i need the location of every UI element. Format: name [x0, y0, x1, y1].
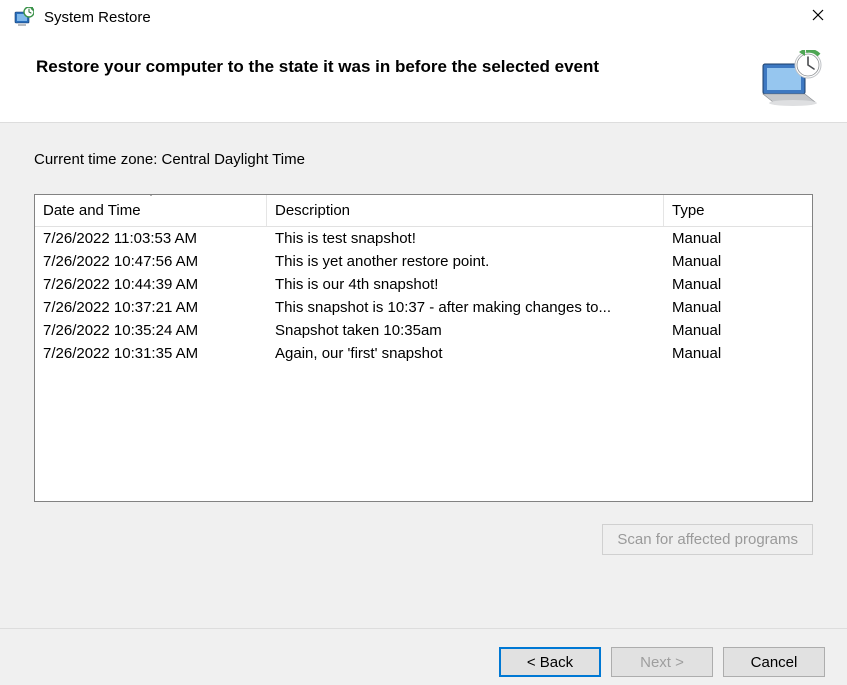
table-row[interactable]: 7/26/2022 10:31:35 AMAgain, our 'first' … [35, 342, 812, 365]
column-header-description-label: Description [275, 202, 350, 219]
back-button[interactable]: < Back [499, 647, 601, 677]
timezone-label: Current time zone: Central Daylight Time [34, 151, 813, 168]
system-restore-icon [14, 7, 34, 27]
table-header-row: Date and Time Description Type [35, 195, 812, 227]
cell-datetime: 7/26/2022 11:03:53 AM [35, 227, 267, 250]
table-row[interactable]: 7/26/2022 10:44:39 AMThis is our 4th sna… [35, 273, 812, 296]
column-header-datetime-label: Date and Time [43, 202, 141, 219]
cell-datetime: 7/26/2022 10:44:39 AM [35, 273, 267, 296]
window-title: System Restore [44, 9, 787, 26]
table-row[interactable]: 7/26/2022 10:37:21 AMThis snapshot is 10… [35, 296, 812, 319]
close-icon [812, 8, 824, 26]
scan-button-row: Scan for affected programs [34, 524, 813, 555]
cell-type: Manual [664, 273, 812, 296]
column-header-type-label: Type [672, 202, 705, 219]
cell-type: Manual [664, 319, 812, 342]
cell-description: Again, our 'first' snapshot [267, 342, 664, 365]
cell-datetime: 7/26/2022 10:47:56 AM [35, 250, 267, 273]
cell-description: Snapshot taken 10:35am [267, 319, 664, 342]
cancel-button[interactable]: Cancel [723, 647, 825, 677]
cell-datetime: 7/26/2022 10:37:21 AM [35, 296, 267, 319]
table-body: 7/26/2022 11:03:53 AMThis is test snapsh… [35, 227, 812, 501]
table-row[interactable]: 7/26/2022 10:35:24 AMSnapshot taken 10:3… [35, 319, 812, 342]
content-area: Current time zone: Central Daylight Time… [0, 122, 847, 628]
cell-type: Manual [664, 342, 812, 365]
scan-affected-programs-button: Scan for affected programs [602, 524, 813, 555]
table-row[interactable]: 7/26/2022 10:47:56 AMThis is yet another… [35, 250, 812, 273]
cell-type: Manual [664, 296, 812, 319]
cell-type: Manual [664, 250, 812, 273]
restore-points-table: Date and Time Description Type 7/26/2022… [34, 194, 813, 502]
column-header-description[interactable]: Description [267, 195, 664, 226]
page-heading: Restore your computer to the state it wa… [36, 50, 599, 79]
cell-description: This snapshot is 10:37 - after making ch… [267, 296, 664, 319]
cell-description: This is yet another restore point. [267, 250, 664, 273]
table-row[interactable]: 7/26/2022 11:03:53 AMThis is test snapsh… [35, 227, 812, 250]
header-area: Restore your computer to the state it wa… [0, 34, 847, 122]
column-header-type[interactable]: Type [664, 195, 812, 226]
title-bar: System Restore [0, 0, 847, 34]
cell-datetime: 7/26/2022 10:31:35 AM [35, 342, 267, 365]
cell-datetime: 7/26/2022 10:35:24 AM [35, 319, 267, 342]
cell-type: Manual [664, 227, 812, 250]
column-header-datetime[interactable]: Date and Time [35, 195, 267, 226]
close-button[interactable] [797, 4, 839, 30]
footer-bar: < Back Next > Cancel [0, 628, 847, 685]
sort-desc-icon [146, 194, 156, 196]
cell-description: This is our 4th snapshot! [267, 273, 664, 296]
next-button: Next > [611, 647, 713, 677]
cell-description: This is test snapshot! [267, 227, 664, 250]
system-restore-hero-icon [759, 50, 825, 108]
